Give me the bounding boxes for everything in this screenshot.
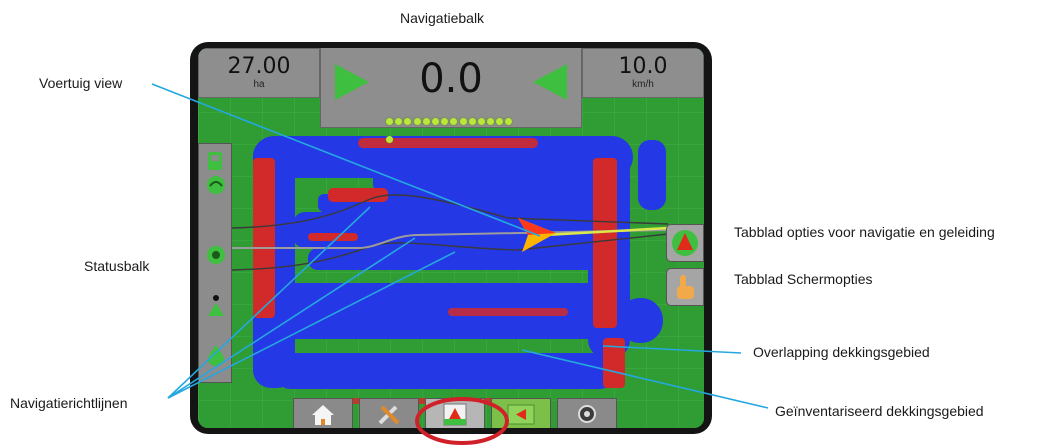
lightbar-led	[477, 118, 485, 125]
tab-navigation[interactable]	[491, 398, 551, 428]
flow-status-icon	[208, 295, 224, 316]
lightbar-led	[386, 136, 393, 143]
area-box[interactable]: 27.00 ha	[198, 48, 320, 98]
guidance-screen: 27.00 ha 0.0 10.0 km/h	[198, 48, 704, 428]
navigation-view-icon	[507, 404, 535, 425]
guidance-options-icon	[672, 230, 698, 256]
callout-geinventariseerd: Geïnventariseerd dekkingsgebied	[775, 403, 984, 419]
lightbar-led	[422, 118, 430, 125]
lightbar-led	[487, 118, 495, 125]
lightbar-led	[431, 118, 439, 125]
lightbar-led	[441, 118, 449, 125]
bottom-tab-bar	[293, 396, 623, 428]
steer-left-arrow-icon	[533, 64, 567, 100]
tools-icon	[378, 405, 400, 425]
lightbar	[386, 112, 518, 143]
tab-screen-options[interactable]	[666, 268, 704, 306]
tractor-icon	[208, 152, 222, 170]
callout-statusbalk: Statusbalk	[84, 258, 150, 274]
callout-navigatiebalk: Navigatiebalk	[400, 10, 485, 26]
vehicle-view-icon	[443, 403, 467, 426]
tab-vehicle-view[interactable]	[425, 398, 485, 428]
lightbar-led	[386, 118, 393, 125]
callout-overlapping: Overlapping dekkingsgebied	[753, 344, 930, 360]
tab-home[interactable]	[293, 398, 353, 428]
tab-tools[interactable]	[359, 398, 419, 428]
tank-icon	[208, 345, 224, 366]
lightbar-led	[468, 118, 476, 125]
navigation-bar: 0.0	[320, 48, 582, 143]
area-value: 27.00	[227, 54, 291, 79]
lightbar-led	[450, 118, 458, 125]
lightbar-led	[496, 118, 504, 125]
callout-navigatierichtlijnen: Navigatierichtlijnen	[10, 395, 128, 411]
callout-tab-schermopties: Tabblad Schermopties	[734, 271, 873, 287]
gps-status-icon	[207, 176, 225, 194]
area-unit: ha	[253, 79, 265, 90]
status-bar[interactable]	[198, 143, 232, 383]
lightbar-led	[404, 118, 412, 125]
screen-options-hand-icon	[677, 275, 694, 299]
speed-box[interactable]: 10.0 km/h	[582, 48, 704, 98]
tab-navigation-guidance-options[interactable]	[666, 224, 704, 262]
speed-value: 10.0	[618, 54, 668, 79]
tab-camera[interactable]	[557, 398, 617, 428]
boom-status-icon	[207, 246, 225, 264]
lightbar-led	[395, 118, 403, 125]
callout-tab-navigatie: Tabblad opties voor navigatie en geleidi…	[734, 224, 995, 240]
speed-unit: km/h	[632, 79, 654, 90]
camera-icon	[578, 405, 596, 423]
lightbar-led	[505, 118, 513, 125]
lightbar-led	[413, 118, 421, 125]
lightbar-led	[459, 118, 467, 125]
home-icon	[312, 405, 334, 425]
callout-voertuig-view: Voertuig view	[39, 75, 123, 91]
